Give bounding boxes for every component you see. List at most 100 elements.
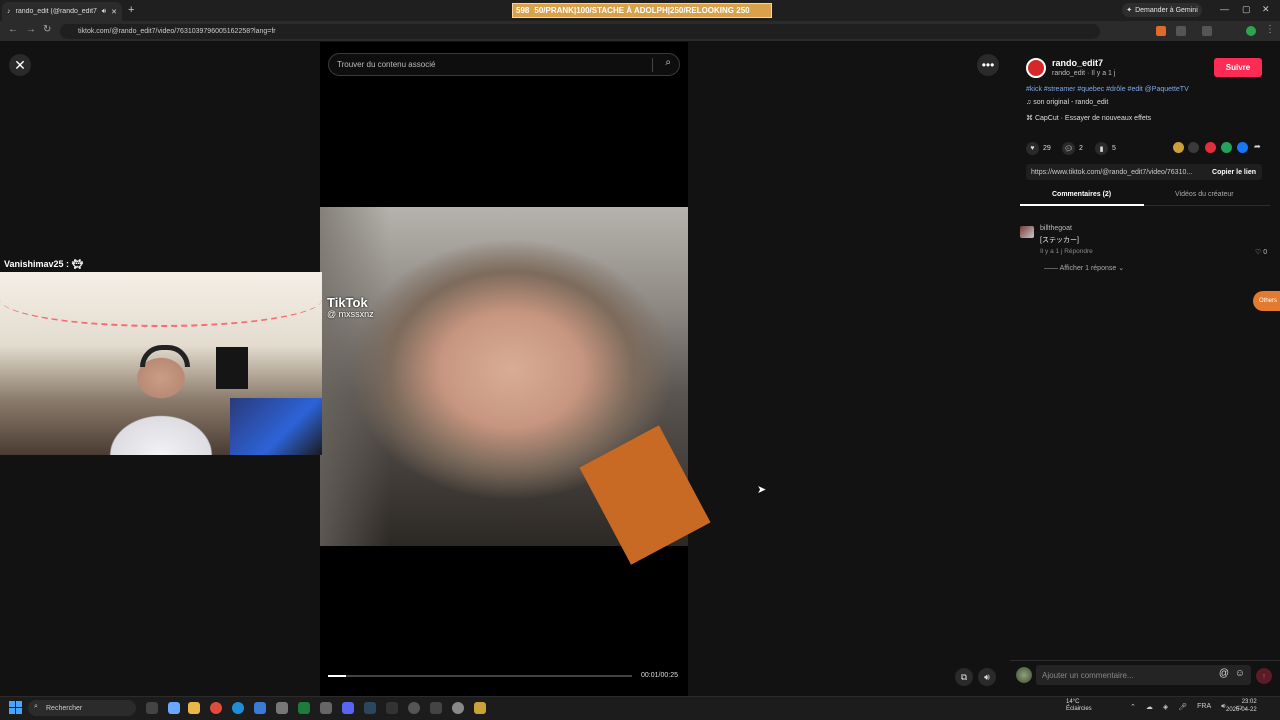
search-icon[interactable]: ⌕: [665, 57, 671, 68]
chrome-icon[interactable]: [210, 702, 222, 714]
creator-subtitle: rando_edit · Il y a 1 j: [1052, 70, 1116, 77]
share-whatsapp-icon[interactable]: [1221, 142, 1232, 153]
comment-input[interactable]: Ajouter un commentaire... @ ☺: [1036, 665, 1251, 685]
emoji-icon[interactable]: ☺: [1235, 668, 1245, 679]
settings-icon[interactable]: [276, 702, 288, 714]
share-pinterest-icon[interactable]: [1205, 142, 1216, 153]
network-icon[interactable]: ◈: [1163, 703, 1168, 711]
forward-icon[interactable]: →: [26, 24, 36, 35]
creator-username[interactable]: rando_edit7: [1052, 58, 1103, 68]
cloud-icon[interactable]: ☁: [1146, 703, 1153, 711]
commenter-avatar[interactable]: [1020, 226, 1034, 238]
obs-icon[interactable]: [408, 702, 420, 714]
follow-button[interactable]: Suivre: [1214, 58, 1262, 77]
tab-creator-videos[interactable]: Vidéos du créateur: [1175, 191, 1234, 198]
others-tab[interactable]: Others: [1253, 291, 1280, 311]
back-icon[interactable]: ←: [8, 24, 18, 35]
save-stat[interactable]: ▮ 5: [1095, 142, 1116, 155]
clock-date: 2026-04-22: [1226, 706, 1257, 713]
comment-placeholder: Ajouter un commentaire...: [1042, 670, 1134, 680]
chevron-up-icon[interactable]: ⌃: [1130, 703, 1136, 711]
taskbar-search[interactable]: ⌕ Rechercher: [28, 700, 136, 716]
weather-widget[interactable]: 14°C Éclaircies: [1050, 699, 1092, 713]
send-comment-button[interactable]: ↑: [1256, 668, 1272, 684]
video-link-field[interactable]: https://www.tiktok.com/@rando_edit7/vide…: [1026, 164, 1262, 180]
browser-tab[interactable]: ♪ rando_edit (@rando_edit7) 🔊︎ ✕: [2, 2, 122, 21]
new-tab-button[interactable]: +: [128, 4, 134, 16]
share-arrow-icon[interactable]: ➦: [1254, 142, 1261, 151]
tab-comments[interactable]: Commentaires (2): [1052, 191, 1111, 198]
webcam-label: Vanishimav25 : 👾︎: [4, 259, 83, 270]
user-avatar: [1016, 667, 1032, 683]
steam-icon[interactable]: [364, 702, 376, 714]
mic-icon[interactable]: 🎤︎: [1178, 703, 1187, 711]
webcam-desk-setup: [230, 398, 322, 455]
extension-icon[interactable]: [1156, 26, 1166, 36]
goal-text: 50/PRANK|100/STACHE À ADOLPH|250/RELOOKI…: [534, 6, 750, 15]
app-icon-2[interactable]: [386, 702, 398, 714]
show-replies-label: Afficher 1 réponse: [1059, 265, 1117, 272]
comment-like[interactable]: ♡ 0: [1255, 248, 1267, 256]
gemini-button[interactable]: ✦ Demander à Gemini: [1122, 3, 1202, 17]
tab-title: rando_edit (@rando_edit7): [15, 8, 97, 15]
reload-icon[interactable]: ↻: [43, 24, 51, 35]
app-icon-4[interactable]: [452, 702, 464, 714]
url-field[interactable]: tiktok.com/@rando_edit7/video/7631039796…: [60, 24, 1100, 39]
capcut-text: CapCut · Essayer de nouveaux effets: [1034, 115, 1152, 122]
excel-icon[interactable]: [298, 702, 310, 714]
heart-icon: ♥: [1026, 142, 1039, 155]
file-explorer-icon[interactable]: [188, 702, 200, 714]
close-video-button[interactable]: ✕: [9, 54, 31, 76]
video-progress-fill: [328, 675, 347, 677]
discord-icon[interactable]: [342, 702, 354, 714]
share-embed-icon[interactable]: [1188, 142, 1199, 153]
video-progress-bar[interactable]: [328, 675, 632, 677]
sidebar-icon[interactable]: [1202, 26, 1212, 36]
commenter-username[interactable]: billthegoat: [1040, 225, 1072, 232]
calculator-icon[interactable]: [320, 702, 332, 714]
search-icon: ⌕: [34, 703, 38, 710]
edge-icon[interactable]: [232, 702, 244, 714]
profile-icon[interactable]: [1246, 26, 1256, 36]
menu-dots-icon[interactable]: ⋮: [1265, 24, 1275, 35]
task-view-icon[interactable]: [146, 702, 158, 714]
clock-time: 23:02: [1241, 699, 1257, 705]
minimize-button[interactable]: —: [1220, 4, 1229, 14]
comment-like-count: 0: [1263, 249, 1268, 256]
speaker-icon[interactable]: 🔊︎: [102, 8, 106, 16]
more-options-button[interactable]: •••: [977, 54, 999, 76]
share-facebook-icon[interactable]: [1237, 142, 1248, 153]
app-icon-3[interactable]: [430, 702, 442, 714]
search-placeholder: Trouver du contenu associé: [337, 60, 436, 69]
show-replies-button[interactable]: —— Afficher 1 réponse ⌄: [1044, 264, 1124, 272]
related-search-input[interactable]: Trouver du contenu associé ⌕: [328, 53, 680, 76]
maximize-button[interactable]: ▢: [1242, 4, 1251, 15]
tiktok-favicon-icon: ♪: [7, 8, 11, 15]
mention-icon[interactable]: @: [1219, 668, 1229, 679]
app-icon-5[interactable]: [474, 702, 486, 714]
copy-link-button[interactable]: Copier le lien: [1212, 169, 1256, 176]
hashtags[interactable]: #kick #streamer #quebec #drôle #edit @Pa…: [1026, 86, 1189, 93]
language-indicator[interactable]: FRA: [1197, 703, 1211, 711]
comment-meta[interactable]: Il y a 1 j Répondre: [1040, 248, 1093, 255]
floating-player-icon[interactable]: ⧉: [955, 668, 973, 686]
close-tab-icon[interactable]: ✕: [111, 8, 117, 16]
close-window-button[interactable]: ✕: [1262, 4, 1270, 15]
taskbar-clock[interactable]: 23:02 2026-04-22: [1226, 699, 1257, 715]
volume-icon[interactable]: 🔊︎: [978, 668, 996, 686]
app-icon-1[interactable]: [254, 702, 266, 714]
comment-stat[interactable]: 💬︎ 2: [1062, 142, 1083, 155]
like-stat[interactable]: ♥ 29: [1026, 142, 1051, 155]
sound-link[interactable]: ♫ son original - rando_edit: [1026, 99, 1108, 106]
comment-text: [ステッカー]: [1040, 237, 1079, 244]
sound-icon[interactable]: 🔊︎: [1221, 703, 1225, 711]
copilot-icon[interactable]: [168, 702, 180, 714]
gemini-label: Demander à Gemini: [1135, 6, 1198, 14]
creator-avatar[interactable]: [1026, 58, 1046, 78]
stream-goal-banner: 598 50/PRANK|100/STACHE À ADOLPH|250/REL…: [512, 3, 772, 18]
extension-puzzle-icon[interactable]: [1176, 26, 1186, 36]
share-repost-icon[interactable]: [1173, 142, 1184, 153]
watermark-handle: @ mxssxnz: [327, 309, 374, 320]
windows-start-icon[interactable]: [9, 701, 22, 714]
capcut-link[interactable]: ⌘ CapCut · Essayer de nouveaux effets: [1026, 114, 1151, 122]
